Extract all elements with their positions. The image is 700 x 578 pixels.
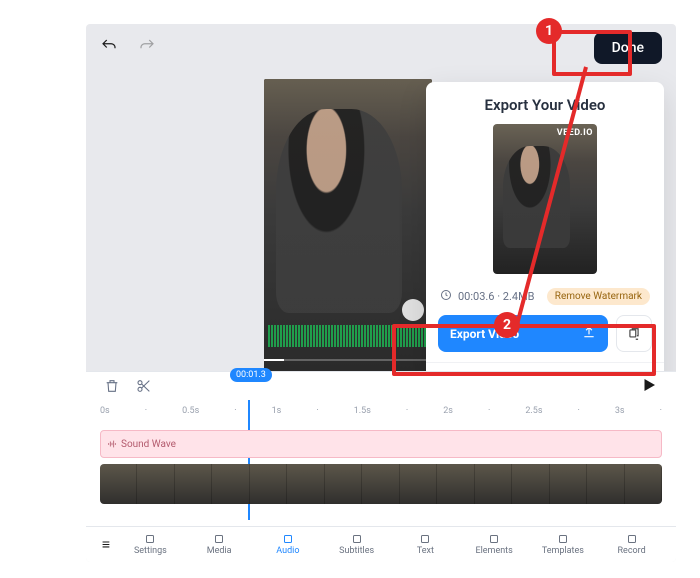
ruler-tick: · (578, 406, 580, 420)
audio-track-label: Sound Wave (121, 439, 176, 450)
audio-track[interactable]: Sound Wave (100, 430, 662, 458)
clock-icon (440, 289, 452, 304)
ruler-tick: 1s (272, 406, 282, 420)
ruler-tick: · (406, 406, 408, 420)
text-icon (418, 533, 432, 545)
ruler-tick: 0.5s (182, 406, 199, 420)
video-frame (512, 464, 549, 504)
nav-label: Media (207, 546, 232, 556)
video-frame (437, 464, 474, 504)
export-video-button[interactable]: Export Video (438, 315, 608, 352)
preview-progress[interactable] (264, 359, 432, 361)
nav-item-record[interactable]: Record (597, 533, 666, 556)
history-buttons (100, 37, 156, 59)
video-frame (625, 464, 662, 504)
video-frame (100, 464, 137, 504)
ruler-tick: 1.5s (354, 406, 371, 420)
video-frame (587, 464, 624, 504)
export-row: Export Video (426, 315, 664, 362)
video-frame (137, 464, 174, 504)
time-ruler[interactable]: 0s · 0.5s · 1s · 1.5s · 2s · 2.5s · 3s · (100, 406, 662, 420)
video-frame (287, 464, 324, 504)
video-frame (400, 464, 437, 504)
elements-icon (487, 533, 501, 545)
playhead-time-badge[interactable]: 00:01.3 (230, 368, 272, 382)
subtitles-icon (350, 533, 364, 545)
ruler-tick: · (145, 406, 147, 420)
ruler-tick: · (660, 406, 662, 420)
video-frame (550, 464, 587, 504)
video-frame (325, 464, 362, 504)
watermark-label: VEED.IO (557, 128, 593, 138)
trash-icon[interactable] (104, 378, 120, 398)
record-icon (625, 533, 639, 545)
nav-label: Audio (276, 546, 299, 556)
video-frame (362, 464, 399, 504)
export-thumbnail: VEED.IO (493, 124, 597, 274)
video-preview[interactable] (264, 79, 432, 371)
ruler-tick: 3s (615, 406, 625, 420)
nav-item-subtitles[interactable]: Subtitles (322, 533, 391, 556)
audio-icon (281, 533, 295, 545)
media-icon (212, 533, 226, 545)
video-frame (175, 464, 212, 504)
ruler-tick: 2s (443, 406, 453, 420)
timeline-tools (104, 378, 152, 398)
nav-label: Elements (475, 546, 512, 556)
nav-item-media[interactable]: Media (185, 533, 254, 556)
export-upload-icon (582, 325, 596, 342)
tutorial-screenshot: Done Export Your Video VEED.IO 00:03.6 ·… (0, 0, 700, 578)
ruler-tick: 0s (100, 406, 110, 420)
remove-watermark-button[interactable]: Remove Watermark (547, 288, 650, 305)
nav-label: Record (618, 546, 646, 556)
scissors-icon[interactable] (136, 378, 152, 398)
file-info: 00:03.6 · 2.4MB (458, 290, 535, 303)
nav-item-settings[interactable]: Settings (116, 533, 185, 556)
nav-item-text[interactable]: Text (391, 533, 460, 556)
timeline: 0s · 0.5s · 1s · 1.5s · 2s · 2.5s · 3s · 00:01.3 Soun… (86, 371, 676, 526)
export-video-label: Export Video (450, 327, 519, 341)
nav-label: Templates (542, 546, 584, 556)
ruler-tick: · (488, 406, 490, 420)
video-track[interactable] (100, 464, 662, 504)
ruler-tick: · (316, 406, 318, 420)
templates-icon (556, 533, 570, 545)
play-button[interactable] (640, 376, 658, 398)
done-button[interactable]: Done (594, 32, 662, 64)
video-frame (475, 464, 512, 504)
nav-item-templates[interactable]: Templates (529, 533, 598, 556)
settings-icon (143, 533, 157, 545)
video-frame (212, 464, 249, 504)
volume-icon[interactable] (402, 299, 424, 321)
video-frame (250, 464, 287, 504)
nav-label: Text (417, 546, 434, 556)
bottom-nav: ≡ Settings Media Audio Subtitles Text Element… (86, 526, 676, 562)
top-bar: Done (86, 24, 676, 72)
ruler-tick: 2.5s (525, 406, 542, 420)
copy-link-button[interactable] (616, 315, 652, 352)
redo-icon[interactable] (138, 37, 156, 59)
export-title: Export Your Video (426, 96, 664, 114)
nav-item-audio[interactable]: Audio (254, 533, 323, 556)
export-meta-row: 00:03.6 · 2.4MB Remove Watermark (426, 284, 664, 315)
editor-window: Done Export Your Video VEED.IO 00:03.6 ·… (86, 24, 676, 562)
nav-label: Subtitles (339, 546, 374, 556)
menu-icon[interactable]: ≡ (96, 536, 116, 553)
undo-icon[interactable] (100, 37, 118, 59)
ruler-tick: · (234, 406, 236, 420)
waveform-overlay (268, 325, 428, 347)
nav-item-elements[interactable]: Elements (460, 533, 529, 556)
nav-label: Settings (134, 546, 167, 556)
